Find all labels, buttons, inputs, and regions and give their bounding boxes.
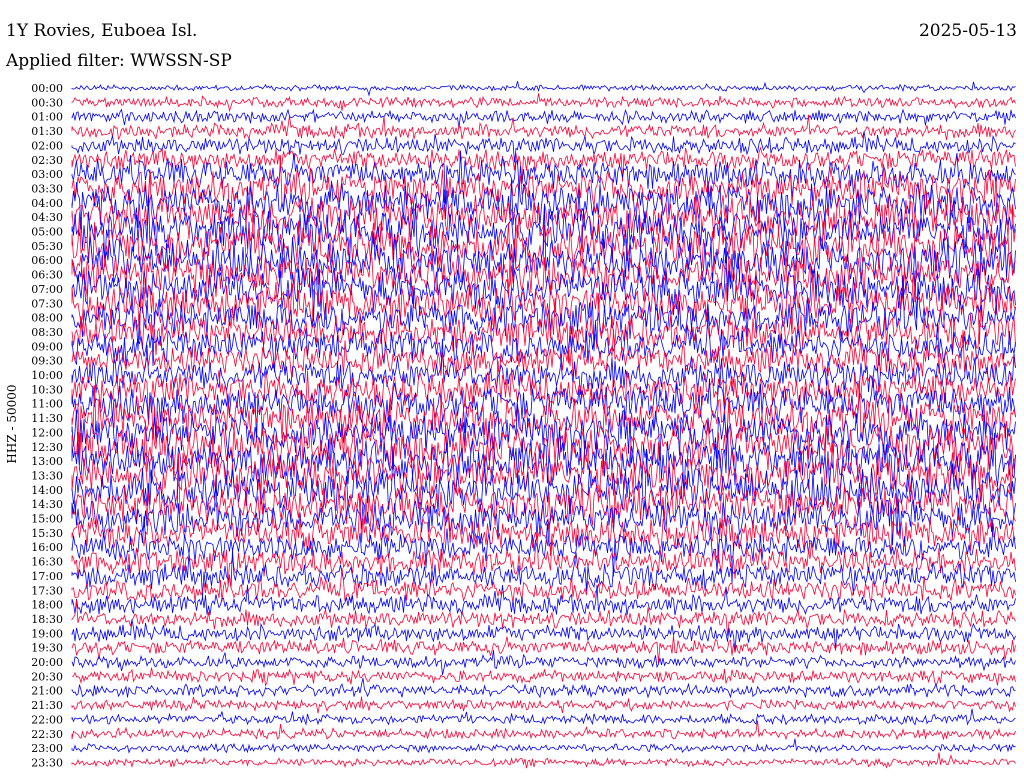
row-time-label: 11:00	[31, 398, 63, 411]
trace-line	[71, 696, 1016, 714]
row-time-label: 22:00	[31, 713, 63, 726]
row-time-label: 07:00	[31, 283, 63, 296]
row-time-label: 21:30	[31, 699, 63, 712]
row-time-label: 19:00	[31, 627, 63, 640]
trace-line	[71, 708, 1016, 726]
row-time-label: 05:00	[31, 226, 63, 239]
row-time-label: 08:00	[31, 312, 63, 325]
row-time-label: 08:30	[31, 326, 63, 339]
row-time-label: 20:00	[31, 656, 63, 669]
row-time-label: 02:00	[31, 139, 63, 152]
row-time-label: 04:30	[31, 211, 63, 224]
trace-line	[71, 677, 1016, 699]
row-time-label: 14:30	[31, 498, 63, 511]
row-time-label: 22:30	[31, 728, 63, 741]
filter-label: Applied filter: WWSSN-SP	[5, 51, 232, 71]
plot-date: 2025-05-13	[919, 21, 1017, 41]
row-time-label: 02:30	[31, 154, 63, 167]
row-time-label: 16:00	[31, 541, 63, 554]
row-time-label: 05:30	[31, 240, 63, 253]
row-time-label: 18:00	[31, 599, 63, 612]
trace-line	[71, 108, 1016, 129]
row-time-label: 23:00	[31, 742, 63, 755]
trace-area	[71, 81, 1016, 769]
trace-line	[71, 549, 1016, 598]
row-time-label: 06:30	[31, 269, 63, 282]
row-time-label: 03:30	[31, 182, 63, 195]
row-time-label: 03:00	[31, 168, 63, 181]
row-time-label: 15:00	[31, 513, 63, 526]
header: 1Y Rovies, Euboea Isl. 2025-05-13 Applie…	[5, 21, 1017, 71]
row-time-label: 07:30	[31, 297, 63, 310]
row-time-label: 09:00	[31, 340, 63, 353]
trace-line	[71, 584, 1016, 616]
row-time-label: 00:00	[31, 82, 63, 95]
row-time-label: 15:30	[31, 527, 63, 540]
channel-axis-label: HHZ - 50000	[5, 384, 19, 463]
row-time-label: 17:30	[31, 584, 63, 597]
row-time-label: 10:30	[31, 383, 63, 396]
trace-line	[71, 738, 1016, 754]
row-time-label: 23:30	[31, 756, 63, 769]
row-time-label: 00:30	[31, 96, 63, 109]
trace-line	[71, 93, 1016, 113]
row-time-label: 14:00	[31, 484, 63, 497]
row-time-label: 17:00	[31, 570, 63, 583]
trace-line	[71, 720, 1016, 741]
trace-line	[71, 312, 1016, 373]
row-time-label: 12:00	[31, 426, 63, 439]
row-time-label: 09:30	[31, 355, 63, 368]
trace-line	[71, 667, 1016, 688]
row-time-label: 18:30	[31, 613, 63, 626]
row-time-label: 10:00	[31, 369, 63, 382]
helicorder-plot: 00:0000:30 01:0001:3002:00 02:3003:0003:30…	[5, 21, 1017, 769]
row-time-label: 01:30	[31, 125, 63, 138]
row-time-label: 16:30	[31, 556, 63, 569]
row-time-label: 13:00	[31, 455, 63, 468]
trace-line	[71, 567, 1016, 603]
time-label-column: 00:0000:30 01:0001:3002:00 02:3003:0003:30…	[31, 82, 63, 769]
row-time-label: 12:30	[31, 441, 63, 454]
row-time-label: 19:30	[31, 642, 63, 655]
row-time-label: 01:00	[31, 111, 63, 124]
row-time-label: 04:00	[31, 197, 63, 210]
row-time-label: 21:00	[31, 685, 63, 698]
trace-line	[71, 752, 1016, 769]
row-time-label: 20:30	[31, 670, 63, 683]
trace-line	[71, 81, 1016, 97]
row-time-label: 06:00	[31, 254, 63, 267]
station-title: 1Y Rovies, Euboea Isl.	[6, 21, 197, 41]
row-time-label: 13:30	[31, 469, 63, 482]
row-time-label: 11:30	[31, 412, 63, 425]
trace-line	[71, 635, 1016, 664]
